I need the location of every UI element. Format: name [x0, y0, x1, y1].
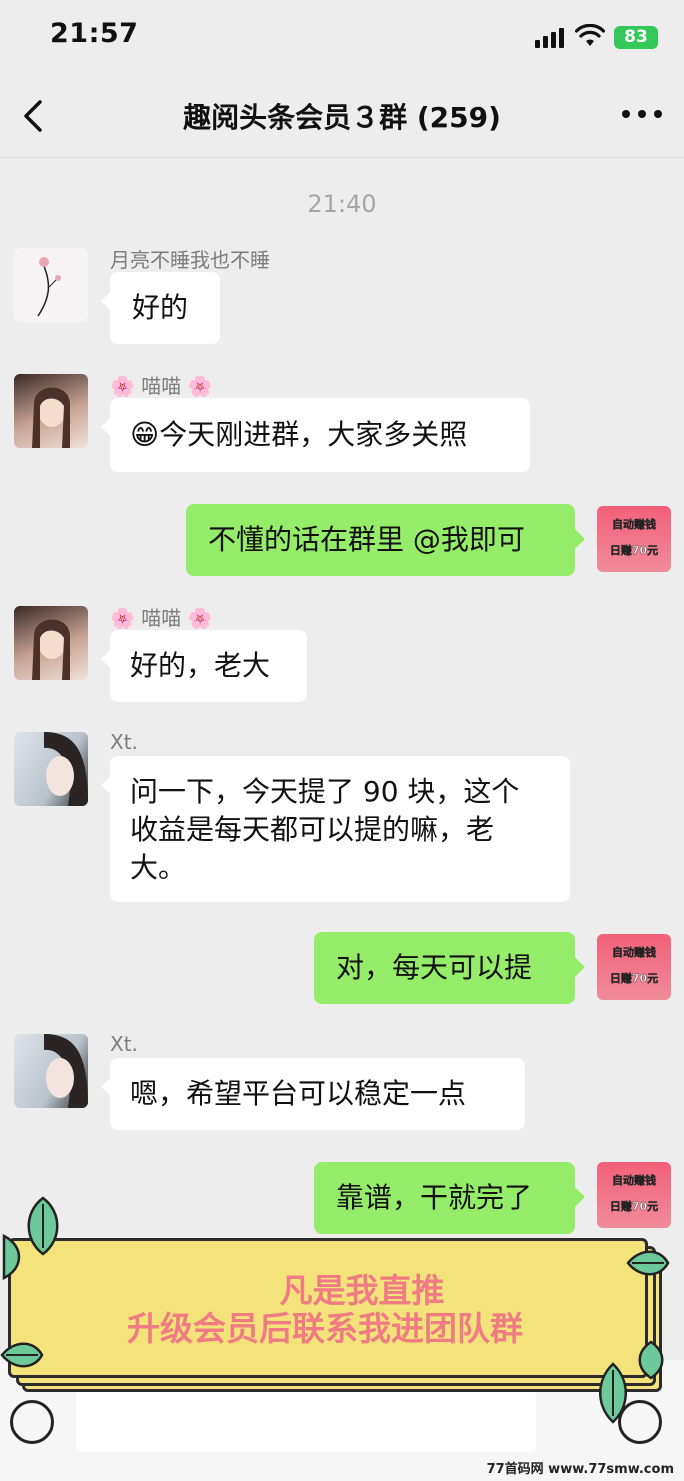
- avatar-text: 自动赚钱: [612, 518, 656, 531]
- message-bubble[interactable]: 好的，老大: [110, 630, 307, 702]
- cellular-signal-icon: [535, 28, 567, 48]
- sender-name: 🌸 喵喵 🌸: [110, 606, 213, 630]
- promo-banner: 凡是我直推 升级会员后联系我进团队群: [0, 1190, 684, 1430]
- leaf-icon: [2, 1234, 21, 1280]
- avatar-flower[interactable]: [14, 248, 88, 322]
- sender-name: 🌸 喵喵 🌸: [110, 374, 213, 398]
- avatar-text: 自动赚钱: [612, 1174, 656, 1187]
- sender-name: 月亮不睡我也不睡: [110, 248, 270, 272]
- avatar-xt[interactable]: [14, 732, 88, 806]
- message-bubble[interactable]: 😁今天刚进群，大家多关照: [110, 398, 530, 472]
- self-avatar[interactable]: 自动赚钱 日赚70元: [597, 934, 671, 1000]
- status-time: 21:57: [50, 18, 139, 49]
- sender-name: Xt.: [110, 730, 138, 754]
- leaf-icon: [638, 1340, 664, 1380]
- watermark: 77首码网 www.77smw.com: [486, 1462, 674, 1477]
- leaf-icon: [27, 1196, 59, 1256]
- leaf-icon: [599, 1362, 627, 1424]
- leaf-icon: [0, 1342, 44, 1368]
- avatar-text: 日赚70元: [609, 544, 659, 557]
- message-bubble[interactable]: 嗯，希望平台可以稳定一点: [110, 1058, 525, 1130]
- message-line: 问一下，今天提了 90 块，这个: [130, 775, 520, 808]
- battery-indicator: 83: [614, 26, 658, 49]
- avatar-girl[interactable]: [14, 374, 88, 448]
- avatar-xt[interactable]: [14, 1034, 88, 1108]
- message-bubble[interactable]: 好的: [110, 272, 220, 344]
- banner-text: 升级会员后联系我进团队群: [127, 1309, 523, 1348]
- message-bubble-self[interactable]: 对，每天可以提: [314, 932, 575, 1004]
- avatar-girl[interactable]: [14, 606, 88, 680]
- message-line: 大。: [130, 851, 187, 884]
- message-line: 收益是每天都可以提的嘛，老: [130, 813, 495, 846]
- avatar-text: 自动赚钱: [612, 946, 656, 959]
- avatar-text: 日赚70元: [609, 972, 659, 985]
- message-timestamp: 21:40: [307, 190, 377, 218]
- chat-title: 趣阅头条会员３群 (259): [183, 101, 501, 134]
- sender-name: Xt.: [110, 1032, 138, 1056]
- more-options-icon[interactable]: [622, 110, 662, 122]
- leaf-icon: [626, 1250, 670, 1276]
- wifi-icon: [575, 24, 605, 46]
- status-bar: 21:57 83: [0, 0, 684, 74]
- self-avatar[interactable]: 自动赚钱 日赚70元: [597, 506, 671, 572]
- message-bubble-self[interactable]: 不懂的话在群里 @我即可: [186, 504, 575, 576]
- chat-header: 趣阅头条会员３群 (259): [0, 74, 684, 158]
- message-bubble[interactable]: 问一下，今天提了 90 块，这个 收益是每天都可以提的嘛，老 大。: [110, 756, 570, 902]
